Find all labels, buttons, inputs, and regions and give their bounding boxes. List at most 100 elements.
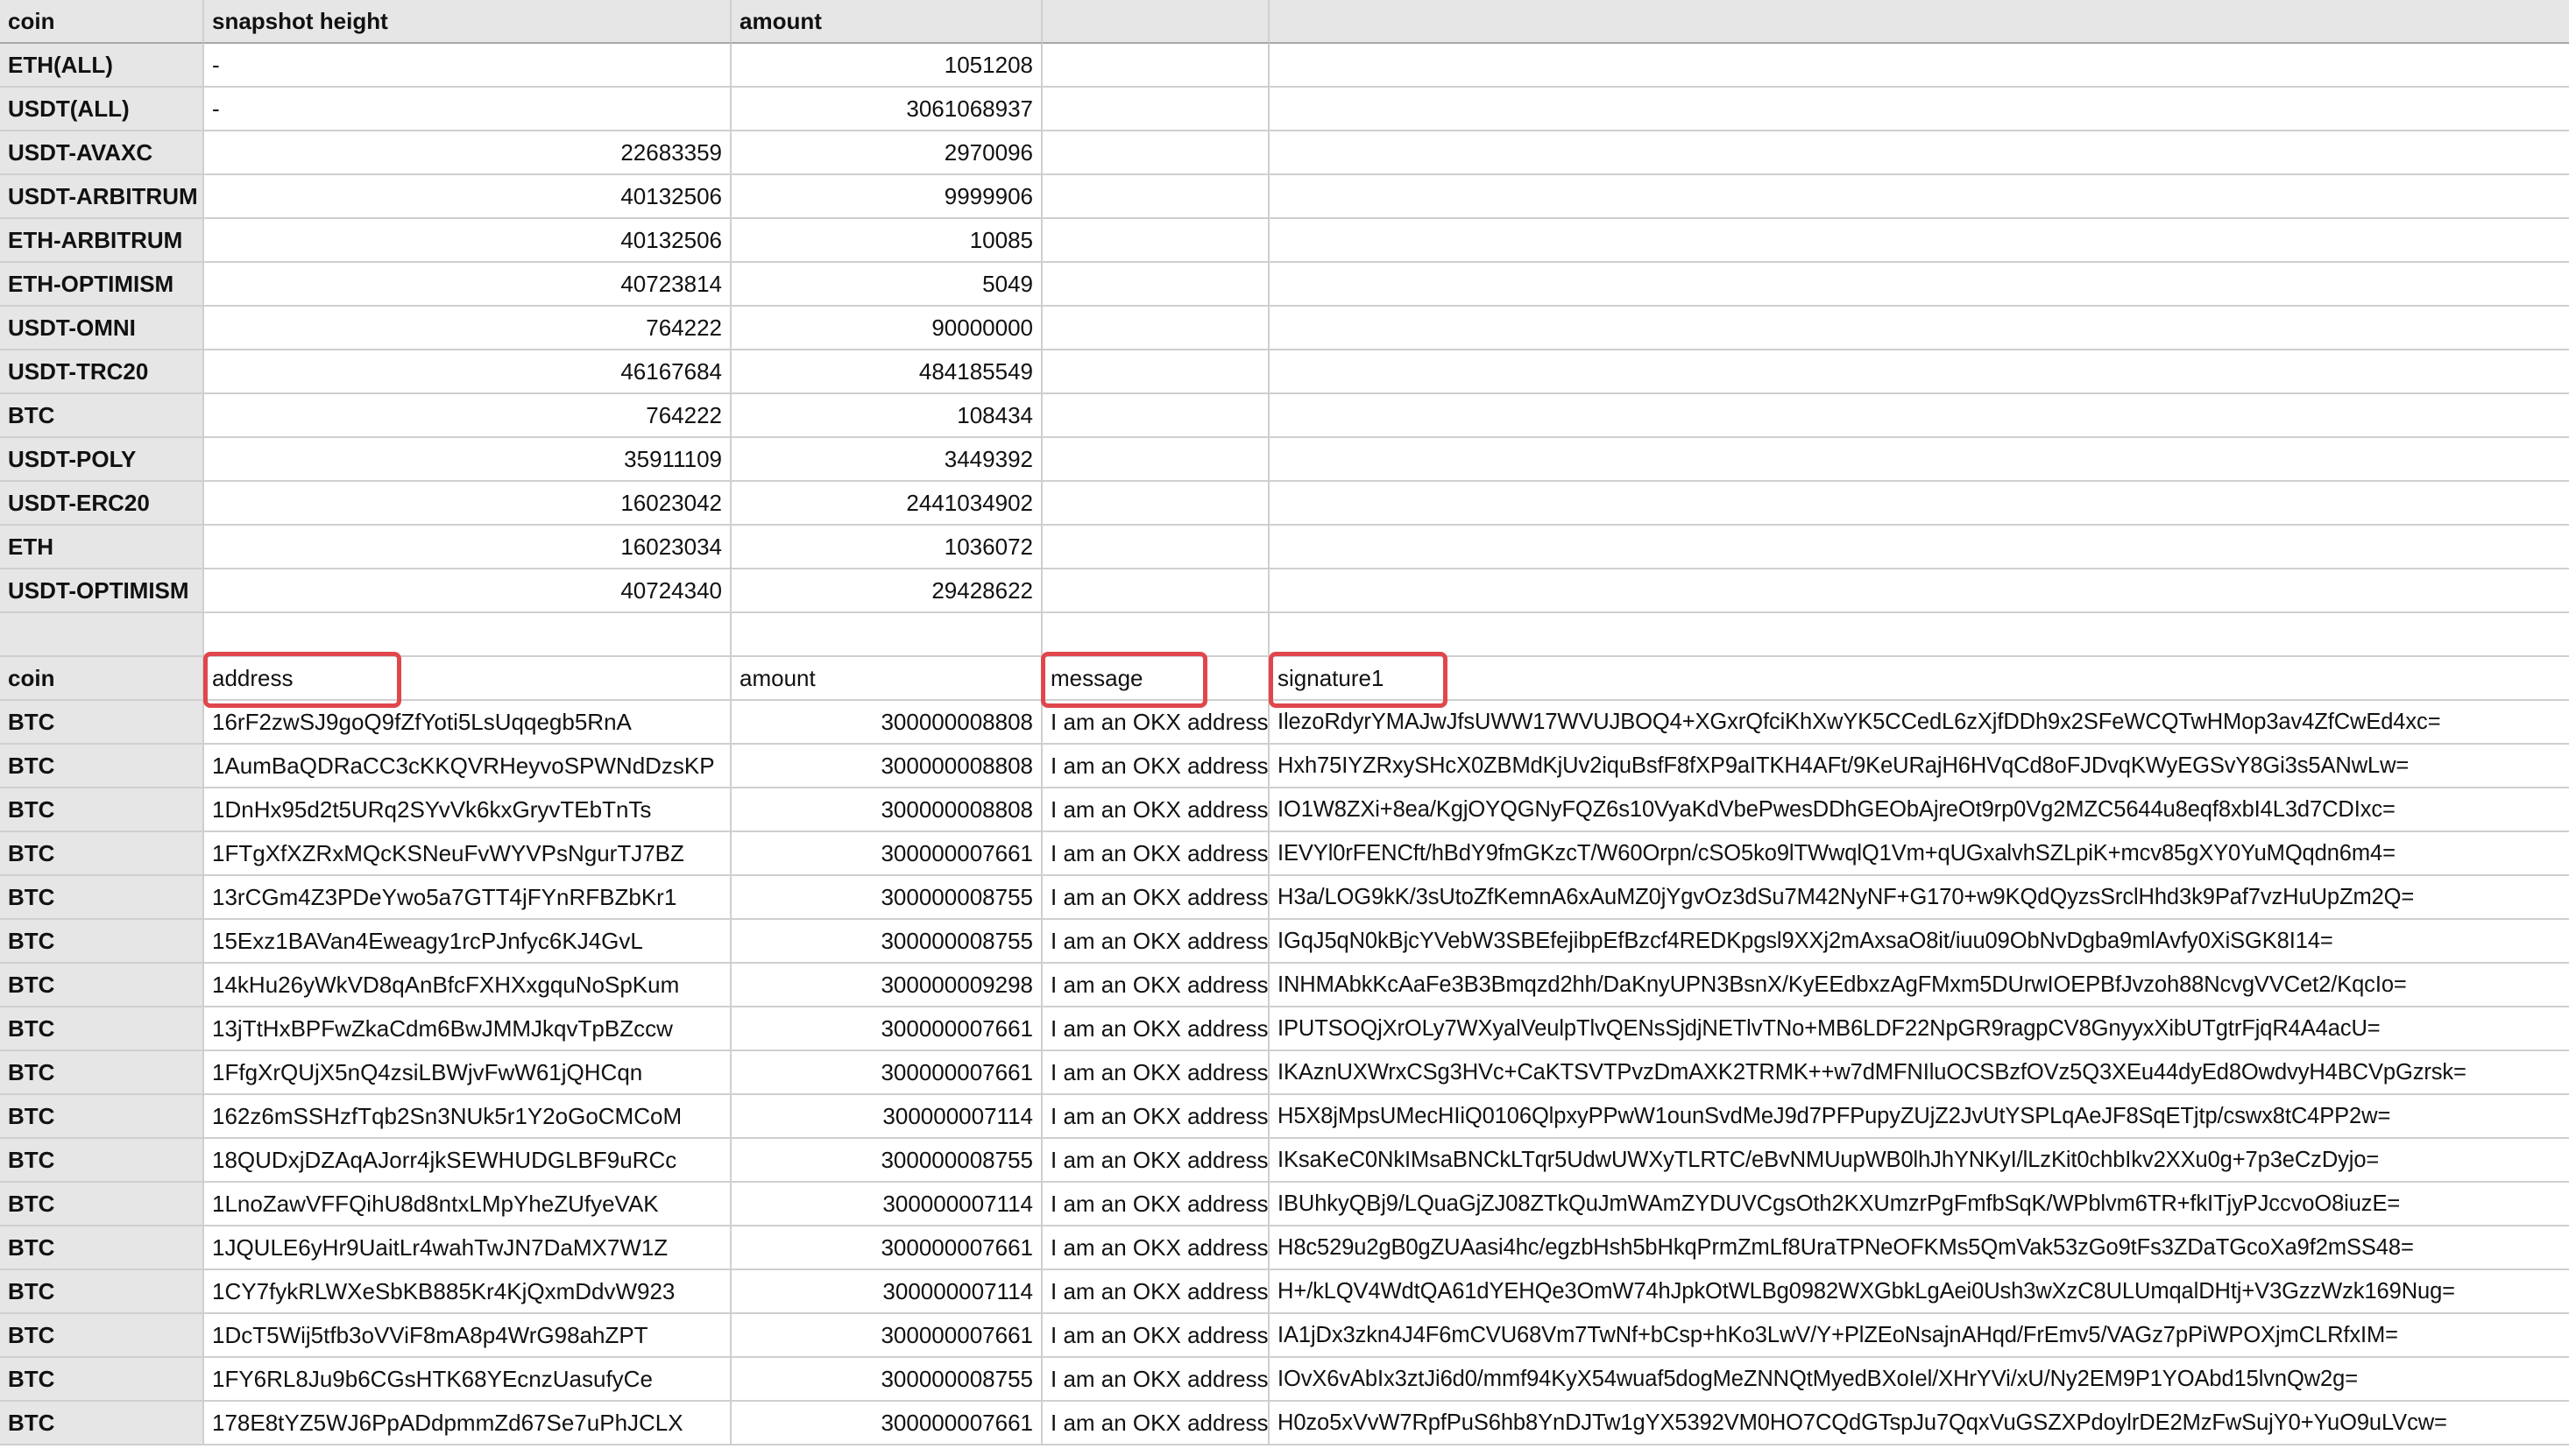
empty-cell[interactable] — [204, 613, 732, 657]
address-cell[interactable]: 1DcT5Wij5tfb3oVViF8mA8p4WrG98ahZPT — [204, 1314, 732, 1358]
coin-cell[interactable]: USDT-TRC20 — [0, 350, 204, 394]
empty-cell[interactable] — [1043, 307, 1270, 350]
snapshot-height-cell[interactable]: 40132506 — [204, 175, 732, 219]
coin-cell[interactable]: BTC — [0, 745, 204, 788]
snapshot-height-cell[interactable]: 16023034 — [204, 526, 732, 569]
empty-cell[interactable] — [1270, 438, 2569, 482]
empty-cell[interactable] — [1043, 613, 1270, 657]
coin-cell[interactable]: USDT(ALL) — [0, 88, 204, 131]
bottom-header-cell[interactable]: signature1 — [1270, 657, 2569, 701]
message-cell[interactable]: I am an OKX address — [1043, 1183, 1270, 1226]
signature-cell[interactable]: IKAznUXWrxCSg3HVc+CaKTSVTPvzDmAXK2TRMK++… — [1270, 1051, 2569, 1095]
amount-cell[interactable]: 300000008755 — [732, 1139, 1043, 1183]
amount-cell[interactable]: 300000007114 — [732, 1270, 1043, 1314]
message-cell[interactable]: I am an OKX address — [1043, 745, 1270, 788]
address-cell[interactable]: 13jTtHxBPFwZkaCdm6BwJMMJkqvTpBZccw — [204, 1007, 732, 1051]
snapshot-height-cell[interactable]: - — [204, 88, 732, 131]
empty-cell[interactable] — [1270, 526, 2569, 569]
amount-cell[interactable]: 10085 — [732, 219, 1043, 263]
coin-cell[interactable]: USDT-AVAXC — [0, 131, 204, 175]
amount-cell[interactable]: 300000007661 — [732, 1007, 1043, 1051]
snapshot-height-cell[interactable]: 764222 — [204, 307, 732, 350]
empty-cell[interactable] — [1043, 131, 1270, 175]
amount-cell[interactable]: 300000008808 — [732, 701, 1043, 745]
coin-cell[interactable]: ETH-OPTIMISM — [0, 263, 204, 307]
amount-cell[interactable]: 1051208 — [732, 44, 1043, 88]
amount-cell[interactable]: 300000008755 — [732, 1358, 1043, 1402]
address-cell[interactable]: 178E8tYZ5WJ6PpADdpmmZd67Se7uPhJCLX — [204, 1402, 732, 1445]
coin-cell[interactable]: BTC — [0, 1051, 204, 1095]
amount-cell[interactable]: 29428622 — [732, 569, 1043, 613]
coin-cell[interactable]: BTC — [0, 788, 204, 832]
coin-cell[interactable]: USDT-OPTIMISM — [0, 569, 204, 613]
message-cell[interactable]: I am an OKX address — [1043, 1007, 1270, 1051]
signature-cell[interactable]: INHMAbkKcAaFe3B3Bmqzd2hh/DaKnyUPN3BsnX/K… — [1270, 964, 2569, 1007]
coin-cell[interactable]: ETH-ARBITRUM — [0, 219, 204, 263]
snapshot-height-cell[interactable]: 46167684 — [204, 350, 732, 394]
address-cell[interactable]: 1FfgXrQUjX5nQ4zsiLBWjvFwW61jQHCqn — [204, 1051, 732, 1095]
amount-cell[interactable]: 300000007661 — [732, 1402, 1043, 1445]
signature-cell[interactable]: IEVYl0rFENCft/hBdY9fmGKzcT/W60Orpn/cSO5k… — [1270, 832, 2569, 876]
snapshot-height-cell[interactable]: 40132506 — [204, 219, 732, 263]
empty-cell[interactable] — [1270, 131, 2569, 175]
empty-cell[interactable] — [1043, 44, 1270, 88]
empty-cell[interactable] — [1043, 394, 1270, 438]
snapshot-height-cell[interactable]: 40724340 — [204, 569, 732, 613]
coin-cell[interactable]: USDT-POLY — [0, 438, 204, 482]
bottom-header-cell[interactable]: coin — [0, 657, 204, 701]
message-cell[interactable]: I am an OKX address — [1043, 701, 1270, 745]
amount-cell[interactable]: 300000008808 — [732, 788, 1043, 832]
coin-cell[interactable]: BTC — [0, 920, 204, 964]
empty-cell[interactable] — [1043, 219, 1270, 263]
empty-cell[interactable] — [732, 613, 1043, 657]
message-cell[interactable]: I am an OKX address — [1043, 1139, 1270, 1183]
amount-cell[interactable]: 484185549 — [732, 350, 1043, 394]
amount-cell[interactable]: 1036072 — [732, 526, 1043, 569]
coin-cell[interactable]: BTC — [0, 1183, 204, 1226]
empty-cell[interactable] — [0, 613, 204, 657]
signature-cell[interactable]: Hxh75IYZRxySHcX0ZBMdKjUv2iquBsfF8fXP9aIT… — [1270, 745, 2569, 788]
amount-cell[interactable]: 300000007661 — [732, 832, 1043, 876]
empty-cell[interactable] — [1270, 44, 2569, 88]
empty-cell[interactable] — [1043, 438, 1270, 482]
empty-cell[interactable] — [1270, 175, 2569, 219]
bottom-header-cell[interactable]: message — [1043, 657, 1270, 701]
message-cell[interactable]: I am an OKX address — [1043, 788, 1270, 832]
snapshot-height-cell[interactable]: 40723814 — [204, 263, 732, 307]
address-cell[interactable]: 1LnoZawVFFQihU8d8ntxLMpYheZUfyeVAK — [204, 1183, 732, 1226]
message-cell[interactable]: I am an OKX address — [1043, 832, 1270, 876]
address-cell[interactable]: 1AumBaQDRaCC3cKKQVRHeyvoSPWNdDzsKP — [204, 745, 732, 788]
address-cell[interactable]: 1FTgXfXZRxMQcKSNeuFvWYVPsNgurTJ7BZ — [204, 832, 732, 876]
top-header-cell[interactable]: snapshot height — [204, 0, 732, 44]
empty-cell[interactable] — [1270, 263, 2569, 307]
amount-cell[interactable]: 2441034902 — [732, 482, 1043, 526]
address-cell[interactable]: 1CY7fykRLWXeSbKB885Kr4KjQxmDdvW923 — [204, 1270, 732, 1314]
amount-cell[interactable]: 3449392 — [732, 438, 1043, 482]
empty-cell[interactable] — [1270, 307, 2569, 350]
empty-cell[interactable] — [1270, 394, 2569, 438]
amount-cell[interactable]: 3061068937 — [732, 88, 1043, 131]
empty-cell[interactable] — [1270, 613, 2569, 657]
address-cell[interactable]: 162z6mSSHzfTqb2Sn3NUk5r1Y2oGoCMCoM — [204, 1095, 732, 1139]
signature-cell[interactable]: IA1jDx3zkn4J4F6mCVU68Vm7TwNf+bCsp+hKo3Lw… — [1270, 1314, 2569, 1358]
coin-cell[interactable]: USDT-ERC20 — [0, 482, 204, 526]
message-cell[interactable]: I am an OKX address — [1043, 1314, 1270, 1358]
message-cell[interactable]: I am an OKX address — [1043, 920, 1270, 964]
top-header-cell[interactable]: amount — [732, 0, 1043, 44]
message-cell[interactable]: I am an OKX address — [1043, 1402, 1270, 1445]
top-header-cell[interactable] — [1270, 0, 2569, 44]
empty-cell[interactable] — [1270, 569, 2569, 613]
coin-cell[interactable]: BTC — [0, 1358, 204, 1402]
empty-cell[interactable] — [1043, 88, 1270, 131]
message-cell[interactable]: I am an OKX address — [1043, 876, 1270, 920]
signature-cell[interactable]: H3a/LOG9kK/3sUtoZfKemnA6xAuMZ0jYgvOz3dSu… — [1270, 876, 2569, 920]
signature-cell[interactable]: H5X8jMpsUMecHIiQ0106QlpxyPPwW1ounSvdMeJ9… — [1270, 1095, 2569, 1139]
top-header-cell[interactable] — [1043, 0, 1270, 44]
coin-cell[interactable]: BTC — [0, 701, 204, 745]
signature-cell[interactable]: H0zo5xVvW7RpfPuS6hb8YnDJTw1gYX5392VM0HO7… — [1270, 1402, 2569, 1445]
coin-cell[interactable]: BTC — [0, 1314, 204, 1358]
coin-cell[interactable]: ETH(ALL) — [0, 44, 204, 88]
address-cell[interactable]: 14kHu26yWkVD8qAnBfcFXHXxgquNoSpKum — [204, 964, 732, 1007]
address-cell[interactable]: 1JQULE6yHr9UaitLr4wahTwJN7DaMX7W1Z — [204, 1226, 732, 1270]
empty-cell[interactable] — [1043, 569, 1270, 613]
